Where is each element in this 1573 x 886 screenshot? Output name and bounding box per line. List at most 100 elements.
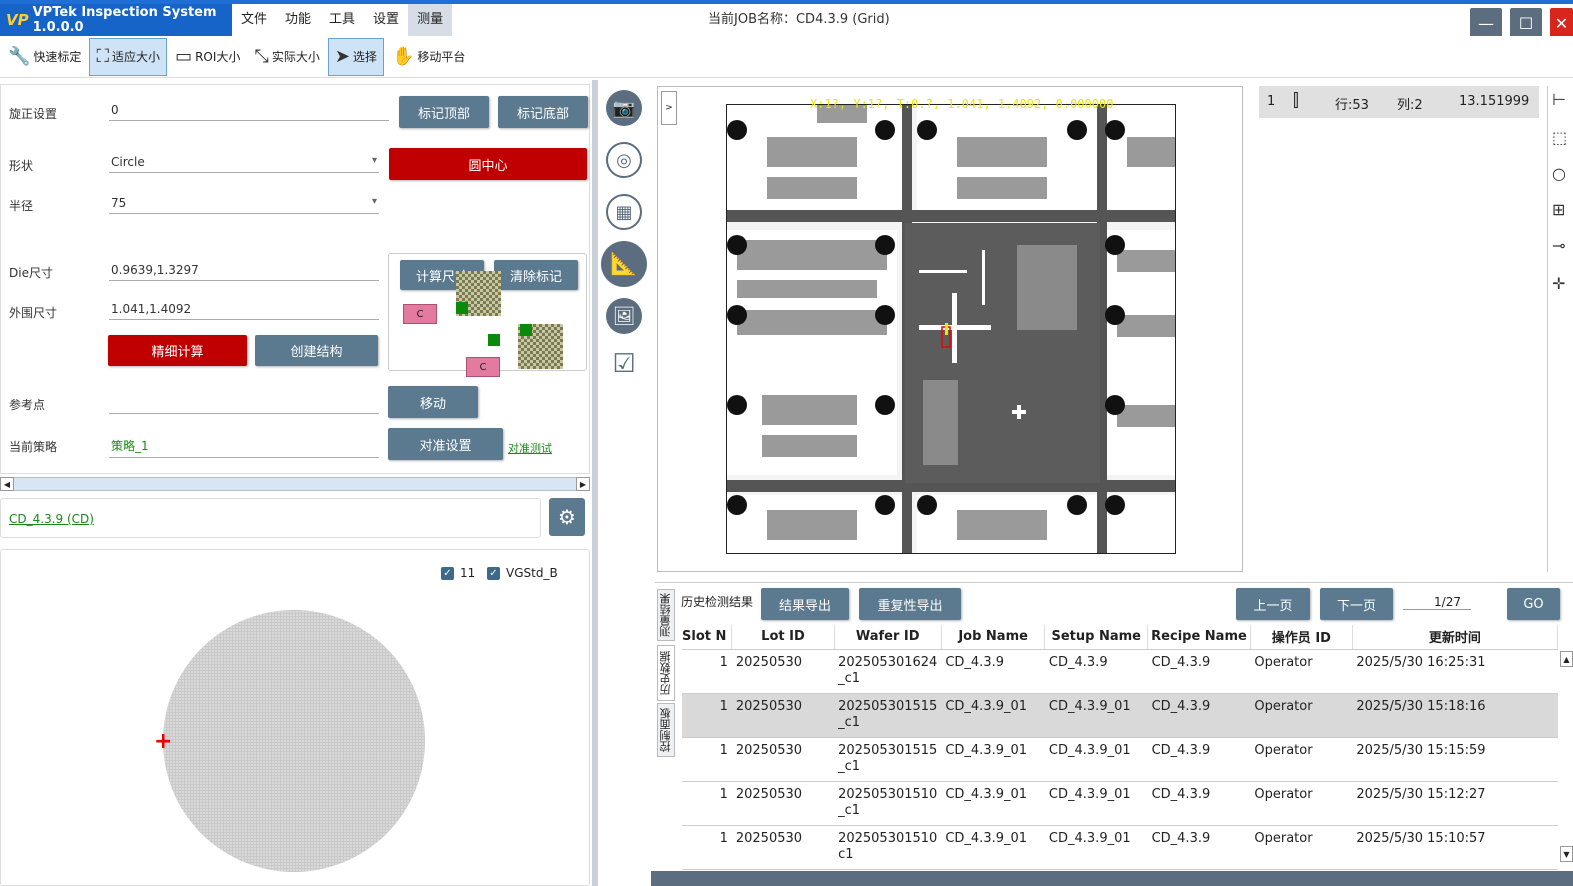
add-point-icon[interactable]: ⊞ <box>1552 200 1565 219</box>
menu-measure[interactable]: 测量 <box>408 4 453 36</box>
struct-c-1[interactable]: C <box>403 304 437 324</box>
create-struct-button[interactable]: 创建结构 <box>255 335 378 366</box>
rotate-field[interactable]: 0 <box>109 103 389 121</box>
mark-bottom-button[interactable]: 标记底部 <box>498 96 588 128</box>
table-vertical-scrollbar[interactable]: ▲ ▼ <box>1560 651 1573 865</box>
check-vgstd[interactable]: ✓ VGStd_B <box>487 566 558 580</box>
ruler-icon[interactable]: 📐 <box>601 241 647 287</box>
actual-size-button[interactable]: ⤡ 实际大小 <box>248 38 325 76</box>
col-operator-id[interactable]: 操作员 ID <box>1250 625 1353 650</box>
cell-slot: 1 <box>682 693 732 738</box>
recipe-link[interactable]: CD_4.3.9 (CD) <box>9 512 94 526</box>
image-icon[interactable]: 🖼 <box>606 298 642 334</box>
struct-c-3[interactable]: C <box>466 357 500 377</box>
cell-setup: CD_4.3.9_01 <box>1044 737 1148 782</box>
shape-label: 形状 <box>9 159 34 173</box>
shape-select[interactable]: Circle <box>109 155 379 173</box>
refresh-button[interactable]: ⚙ <box>549 498 585 536</box>
cell-setup: CD_4.3.9_01 <box>1044 693 1148 738</box>
col-lot-id[interactable]: Lot ID <box>731 625 835 650</box>
die-size-field[interactable]: 0.9639,1.3297 <box>109 263 379 281</box>
measurement-item[interactable]: 1 ⫿ 行:53 列:2 13.151999 <box>1259 86 1539 118</box>
table-row[interactable]: 1 20250530 202505301515 _c1 CD_4.3.9_01 C… <box>682 693 1558 738</box>
align-settings-button[interactable]: 对准设置 <box>388 428 503 460</box>
caliper-icon: ⫿ <box>1293 90 1299 111</box>
point-line-icon[interactable]: ⊸ <box>1552 236 1565 255</box>
col-slot[interactable]: Slot N <box>682 625 733 650</box>
table-row[interactable]: 1 20250530 202505301624 _c1 CD_4.3.9 CD_4… <box>682 649 1558 694</box>
strategy-field[interactable]: 策略_1 <box>109 437 379 458</box>
wafer-list-icon[interactable]: ◎ <box>606 142 642 178</box>
line-measure-icon[interactable]: ⊢ <box>1552 90 1566 109</box>
wafer-line-1: 202505301510 <box>838 830 938 846</box>
ref-point-field[interactable] <box>109 395 379 414</box>
cell-lot: 20250530 <box>731 649 835 694</box>
cell-time: 2025/5/30 15:10:57 <box>1352 825 1558 870</box>
grid-icon[interactable]: ▦ <box>606 194 642 230</box>
cell-operator: Operator <box>1250 649 1353 694</box>
circle-center-button[interactable]: 圆中心 <box>389 148 587 180</box>
camera-icon[interactable]: 📷 <box>606 90 642 126</box>
radius-select[interactable]: 75 <box>109 196 379 214</box>
tab-control-panel[interactable]: 控制面板 <box>657 703 675 757</box>
quick-calib-button[interactable]: 🔧 快速标定 <box>2 38 87 76</box>
move-button[interactable]: 移动 <box>388 386 478 418</box>
scroll-down-icon[interactable]: ▼ <box>1560 846 1573 862</box>
align-test-link[interactable]: 对准测试 <box>508 440 552 456</box>
crosshair-icon[interactable]: ✛ <box>1552 274 1565 293</box>
col-setup-name[interactable]: Setup Name <box>1044 625 1149 650</box>
table-row[interactable]: 1 20250530 202505301515 _c1 CD_4.3.9_01 C… <box>682 737 1558 782</box>
menu-function[interactable]: 功能 <box>276 4 320 36</box>
roi-size-button[interactable]: ▭ ROI大小 <box>169 38 246 76</box>
box-select-icon[interactable]: ⬚ <box>1552 128 1567 147</box>
cell-wafer: 202505301515 _c1 <box>834 693 942 738</box>
wafer-line-1: 202505301624 <box>838 654 938 670</box>
export-repeat-button[interactable]: 重复性导出 <box>859 588 961 620</box>
image-view[interactable]: > <box>657 86 1243 572</box>
scroll-right-icon[interactable]: ▶ <box>576 477 590 491</box>
scroll-up-icon[interactable]: ▲ <box>1560 651 1573 667</box>
table-row[interactable]: 1 20250530 202505301510 _c1 CD_4.3.9_01 C… <box>682 781 1558 826</box>
col-wafer-id[interactable]: Wafer ID <box>834 625 942 650</box>
close-button[interactable]: ✕ <box>1550 8 1573 38</box>
go-button[interactable]: GO <box>1507 588 1560 620</box>
prev-page-button[interactable]: 上一页 <box>1236 588 1310 620</box>
menu-settings[interactable]: 设置 <box>364 4 408 36</box>
settings-form: 旋正设置 0 标记顶部 标记底部 形状 Circle 圆中心 半径 75 计算尺… <box>0 84 590 474</box>
fit-size-label: 适应大小 <box>112 50 161 64</box>
col-recipe-name[interactable]: Recipe Name <box>1147 625 1251 650</box>
horizontal-scrollbar[interactable]: ◀ ▶ <box>0 477 590 491</box>
col-job-name[interactable]: Job Name <box>941 625 1046 650</box>
cursor-icon: ➤ <box>334 46 350 67</box>
move-stage-button[interactable]: ✋ 移动平台 <box>386 38 471 76</box>
next-page-button[interactable]: 下一页 <box>1320 588 1393 620</box>
table-row[interactable]: 1 20250530 202505301510 c1 CD_4.3.9_01 CD… <box>682 825 1558 870</box>
maximize-button[interactable]: ☐ <box>1510 8 1542 38</box>
fit-size-button[interactable]: ⛶ 适应大小 <box>89 37 168 76</box>
export-results-button[interactable]: 结果导出 <box>761 588 849 620</box>
microscope-image[interactable] <box>726 104 1176 554</box>
check-11[interactable]: ✓ 11 <box>441 566 475 580</box>
minimize-icon: — <box>1478 13 1494 33</box>
menu-tools[interactable]: 工具 <box>320 4 364 36</box>
clear-marks-button[interactable]: 清除标记 <box>494 260 578 290</box>
minimize-button[interactable]: — <box>1470 8 1502 38</box>
col-update-time[interactable]: 更新时间 <box>1352 625 1559 650</box>
menu-file[interactable]: 文件 <box>232 4 276 36</box>
fine-calc-button[interactable]: 精细计算 <box>108 335 247 366</box>
select-button[interactable]: ➤ 选择 <box>327 37 384 76</box>
tab-history-data[interactable]: 历史数据 <box>657 645 675 701</box>
scroll-left-icon[interactable]: ◀ <box>0 477 14 491</box>
mark-top-button[interactable]: 标记顶部 <box>399 96 489 128</box>
cell-recipe: CD_4.3.9 <box>1147 693 1251 738</box>
collapse-toggle[interactable]: > <box>661 91 677 125</box>
cell-wafer: 202505301515 _c1 <box>834 737 942 782</box>
outer-size-field[interactable]: 1.041,1.4092 <box>109 302 379 320</box>
circle-tool-icon[interactable]: ○ <box>1552 164 1566 183</box>
cell-lot: 20250530 <box>731 693 835 738</box>
cell-operator: Operator <box>1250 693 1353 738</box>
page-input[interactable]: 1/27 <box>1403 595 1471 610</box>
checklist-icon[interactable]: ☑ <box>606 346 642 382</box>
tab-measure-results[interactable]: 测量结果 <box>657 589 675 641</box>
wafer-map[interactable] <box>163 610 425 872</box>
